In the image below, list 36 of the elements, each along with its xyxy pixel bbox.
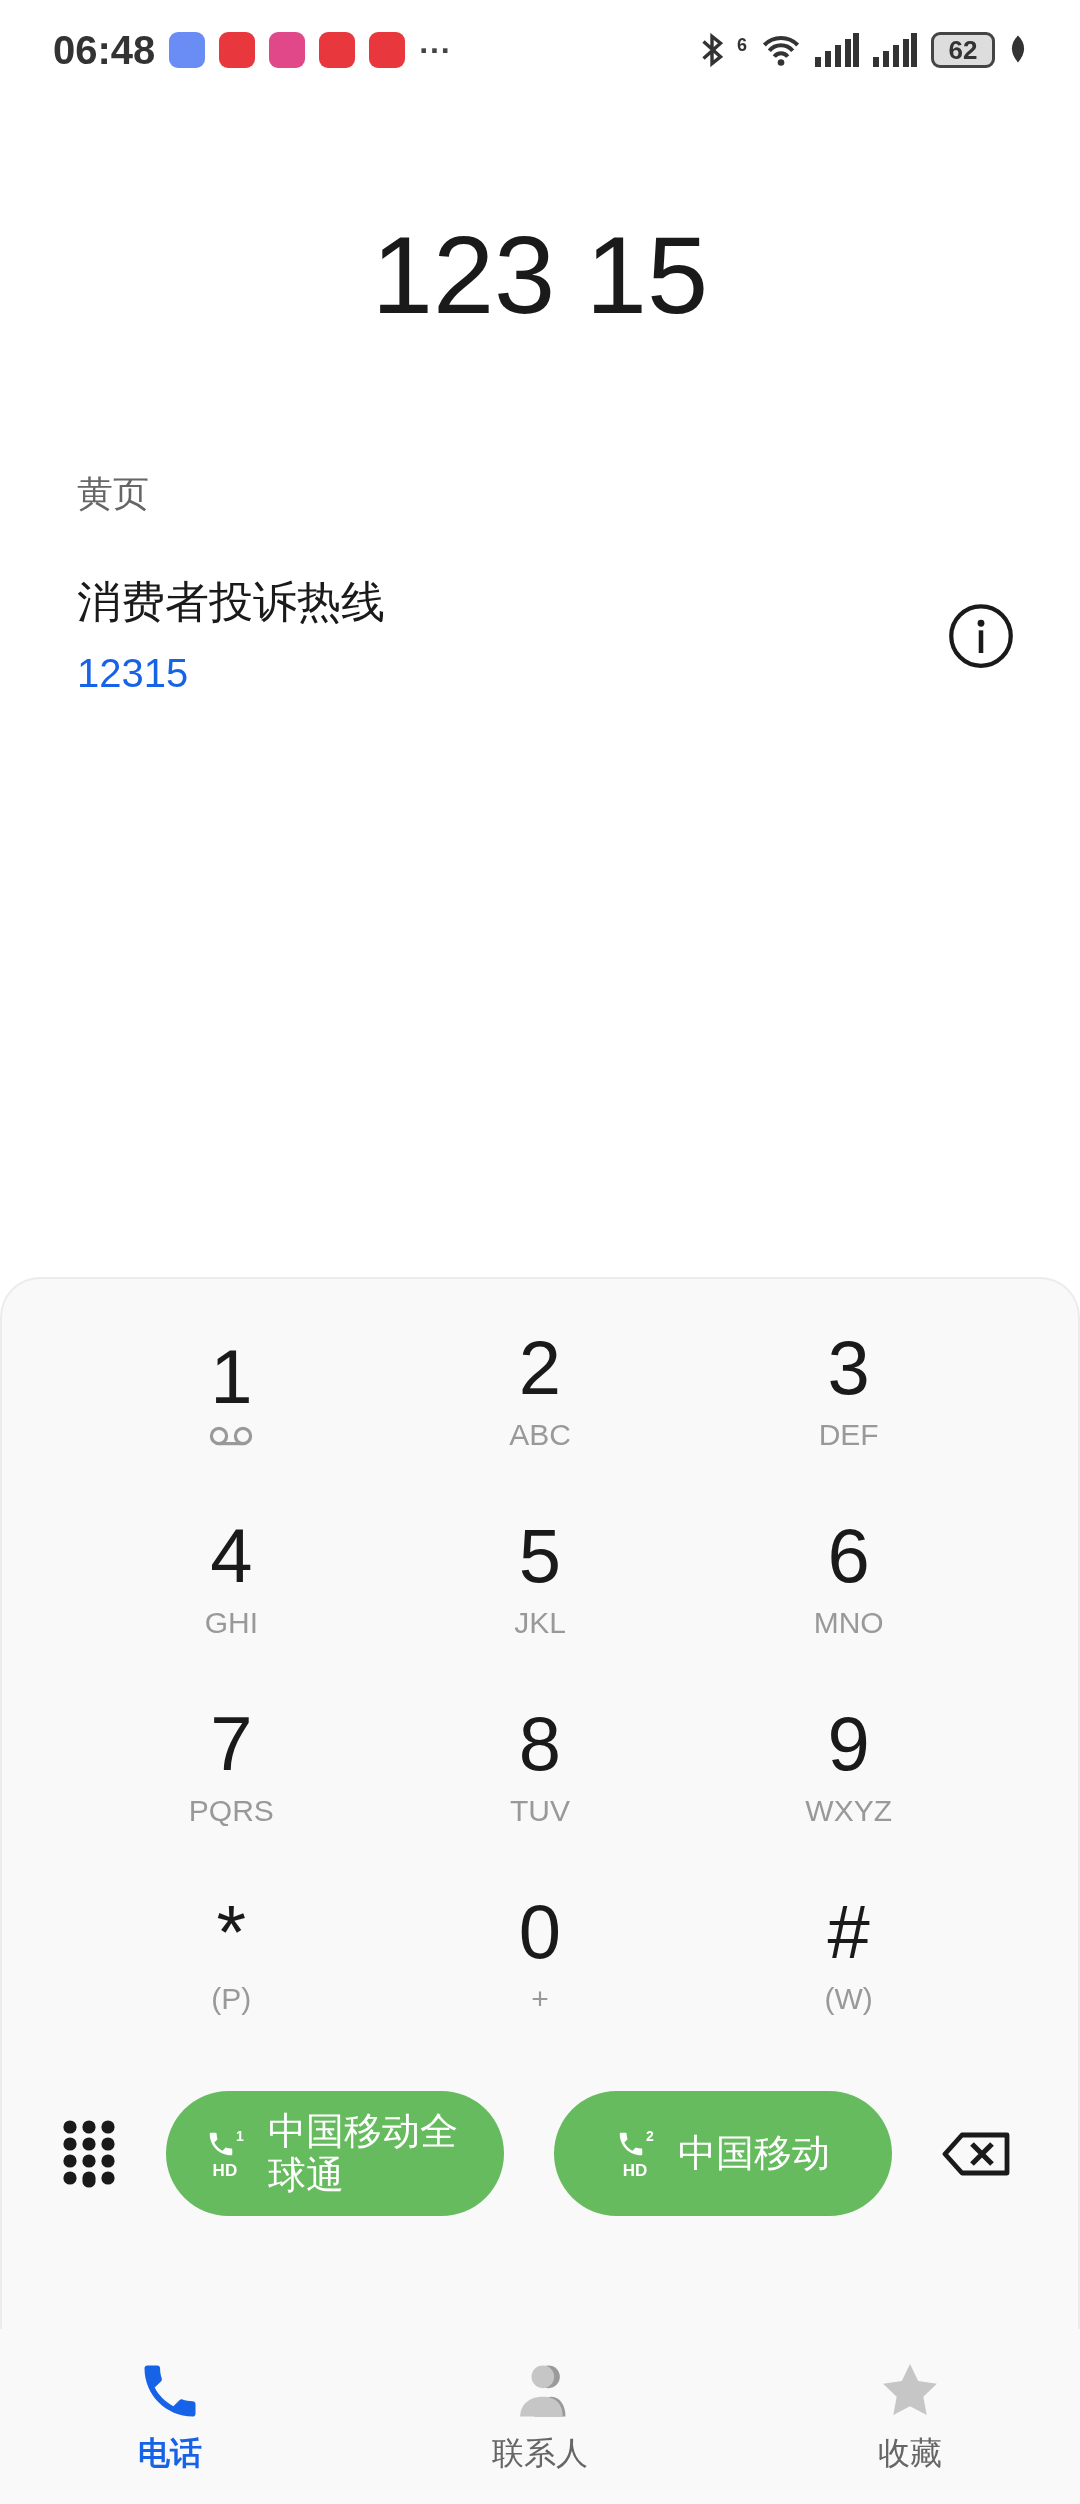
nav-tab[interactable]: 电话: [30, 2329, 310, 2504]
dialed-number: 123 15: [371, 220, 709, 330]
dial-key[interactable]: 7 PQRS: [77, 1675, 386, 1863]
dial-key[interactable]: 1: [77, 1299, 386, 1487]
dialpad-icon[interactable]: [62, 2118, 116, 2189]
backspace-icon[interactable]: [942, 2131, 1012, 2176]
clock: 06:48: [53, 27, 156, 74]
sim-number: 1: [236, 2128, 244, 2143]
hd-label: HD: [212, 2161, 238, 2179]
dial-key[interactable]: 2 ABC: [385, 1299, 695, 1487]
dial-key[interactable]: 4 GHI: [77, 1487, 386, 1675]
leaf-icon: [1009, 35, 1027, 65]
voicemail-icon: [209, 1425, 254, 1447]
hd-label: HD: [622, 2161, 648, 2179]
signal-icon: [815, 33, 859, 67]
dial-key[interactable]: 9 WXYZ: [694, 1675, 1003, 1863]
signal-icon: [873, 33, 917, 67]
dial-key[interactable]: 0 +: [385, 1863, 695, 2051]
dial-key[interactable]: 5 JKL: [385, 1487, 695, 1675]
battery-indicator: 62: [931, 32, 995, 68]
dial-key[interactable]: 6 MNO: [694, 1487, 1003, 1675]
contact-number: 12315: [77, 650, 190, 697]
nav-tab[interactable]: 联系人: [370, 2329, 710, 2504]
nav-tab[interactable]: 收藏: [770, 2329, 1050, 2504]
dial-key[interactable]: * (P): [77, 1863, 386, 2051]
contact-name: 消费者投诉热线: [77, 576, 385, 628]
sim-number: 2: [646, 2128, 654, 2143]
wifi-icon: [761, 33, 801, 67]
info-icon[interactable]: [947, 602, 1015, 670]
more-notifications: ···: [419, 31, 452, 70]
bluetooth-icon: [701, 33, 723, 67]
dial-key[interactable]: 3 DEF: [694, 1299, 1003, 1487]
section-heading: 黄页: [77, 472, 150, 516]
dial-key[interactable]: # (W): [694, 1863, 1003, 2051]
dial-key[interactable]: 8 TUV: [385, 1675, 695, 1863]
wifi-label: 6: [737, 34, 747, 57]
